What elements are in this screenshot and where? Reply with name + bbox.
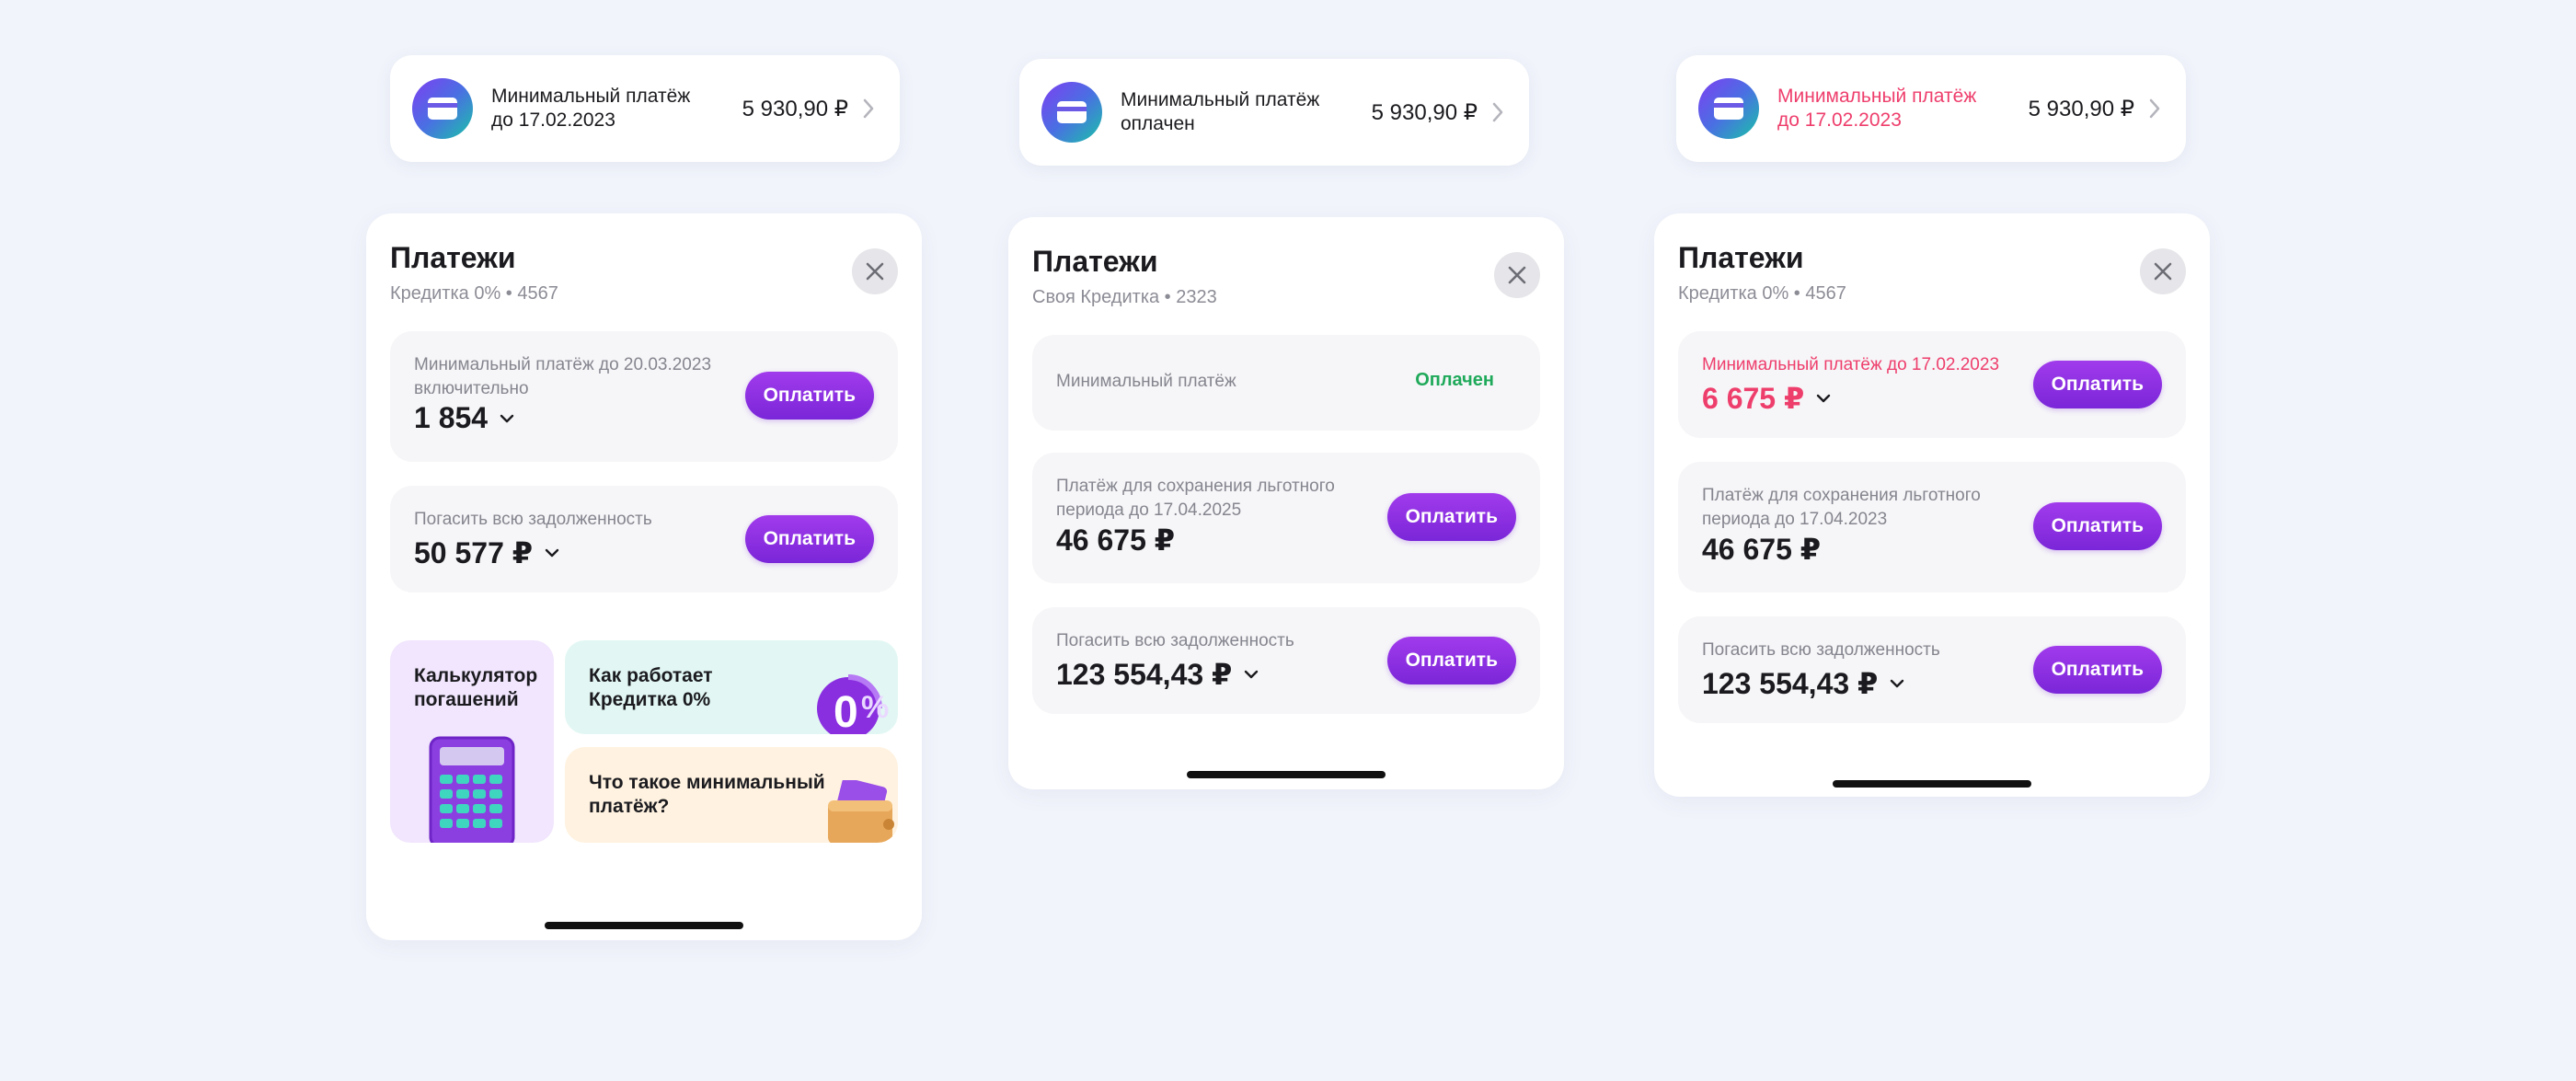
grace-period-payment-block: Платёж для сохранения льготного периода … [1032,453,1540,583]
paid-status: Оплачен [1415,370,1494,390]
close-button[interactable] [2140,248,2186,294]
min-payment-paid-summary-card[interactable]: Минимальный платёж оплачен 5 930,90 ₽ [1019,59,1529,166]
wallet-illustration [828,780,894,843]
payment-label: Минимальный платёж до 20.03.2023 включит… [414,355,712,398]
calculator-illustration [429,736,515,843]
payment-label: Платёж для сохранения льготного периода … [1056,477,1335,520]
payment-amount: 46 675 ₽ [1056,523,1176,557]
pay-button[interactable]: Оплатить [2032,646,2162,694]
overdue-min-payment-block: Минимальный платёж до 17.02.2023 6 675 ₽… [1678,331,2186,438]
payment-amount: 123 554,43 ₽ [1056,658,1233,691]
payment-label: Минимальный платёж [1056,372,1236,391]
close-button[interactable] [852,248,898,294]
tile-text: Как работает Кредитка 0% [589,665,713,710]
full-debt-block: Погасить всю задолженность 50 577 ₽ Опла… [390,486,898,592]
min-payment-paid-block: Минимальный платёж Оплачен [1032,335,1540,431]
chevron-right-icon [2149,98,2160,119]
chevron-right-icon [863,98,874,119]
payments-panel-3: Платежи Кредитка 0% • 4567 Минимальный п… [1654,213,2210,797]
svg-text:0: 0 [834,688,858,734]
payment-amount: 50 577 ₽ [414,536,534,569]
payment-amount: 6 675 ₽ [1702,382,1805,415]
payment-amount-dropdown[interactable]: 50 577 ₽ [414,535,560,570]
summary-amount: 5 930,90 ₽ [742,96,848,121]
what-is-min-payment-tile[interactable]: Что такое минимальный платёж? [565,747,898,843]
summary-amount: 5 930,90 ₽ [2028,96,2134,121]
pay-button[interactable]: Оплатить [1386,637,1516,684]
svg-text:%: % [861,690,889,725]
payment-amount-dropdown[interactable]: 123 554,43 ₽ [1056,657,1259,692]
repayment-calculator-tile[interactable]: Калькулятор погашений [390,640,554,843]
payment-amount: 123 554,43 ₽ [1702,667,1879,700]
payment-label: Погасить всю задолженность [414,510,652,529]
credit-card-icon [1698,78,1759,139]
tile-text: Что такое минимальный платёж? [589,772,825,817]
panel-subtitle: Кредитка 0% • 4567 [1678,283,1846,304]
payments-panel-2: Платежи Своя Кредитка • 2323 Минимальный… [1008,217,1564,789]
close-icon [866,262,884,281]
payment-amount-dropdown[interactable]: 1 854 [414,401,515,435]
chevron-down-icon [1889,678,1905,689]
payment-label: Погасить всю задолженность [1056,631,1294,650]
home-indicator [1833,780,2031,788]
chevron-down-icon [499,413,515,424]
percent-illustration: 0 % [817,674,889,734]
close-icon [1508,266,1526,284]
panel-subtitle: Кредитка 0% • 4567 [390,283,558,304]
min-payment-summary-card[interactable]: Минимальный платёж до 17.02.2023 5 930,9… [390,55,900,162]
grace-period-payment-block: Платёж для сохранения льготного периода … [1678,462,2186,592]
chevron-down-icon [1243,669,1259,680]
summary-amount: 5 930,90 ₽ [1371,99,1478,125]
close-icon [2154,262,2172,281]
how-card-works-tile[interactable]: Как работает Кредитка 0% 0 % [565,640,898,734]
pay-button[interactable]: Оплатить [744,372,874,420]
payment-label: Минимальный платёж до 17.02.2023 [1702,355,2000,374]
panel-subtitle: Своя Кредитка • 2323 [1032,287,1217,307]
credit-card-icon [1041,82,1102,143]
full-debt-block: Погасить всю задолженность 123 554,43 ₽ … [1032,607,1540,714]
close-button[interactable] [1494,252,1540,298]
panel-title: Платежи [390,241,516,274]
panel-title: Платежи [1678,241,1804,274]
payment-label: Погасить всю задолженность [1702,640,1940,660]
payment-amount-dropdown[interactable]: 6 675 ₽ [1702,381,1832,416]
home-indicator [1187,771,1386,778]
summary-text: Минимальный платёж до 17.02.2023 [1777,86,1977,131]
chevron-right-icon [1492,102,1503,122]
pay-button[interactable]: Оплатить [744,515,874,563]
summary-text: Минимальный платёж до 17.02.2023 [491,86,691,131]
pay-button[interactable]: Оплатить [2032,361,2162,408]
tile-text: Калькулятор погашений [414,665,538,710]
summary-text: Минимальный платёж оплачен [1121,89,1320,134]
panel-title: Платежи [1032,245,1158,278]
payment-label: Платёж для сохранения льготного периода … [1702,486,1981,529]
payment-amount: 46 675 ₽ [1702,533,1822,566]
min-payment-overdue-summary-card[interactable]: Минимальный платёж до 17.02.2023 5 930,9… [1676,55,2186,162]
pay-button[interactable]: Оплатить [2032,502,2162,550]
full-debt-block: Погасить всю задолженность 123 554,43 ₽ … [1678,616,2186,723]
payment-amount-dropdown[interactable]: 123 554,43 ₽ [1702,666,1905,701]
home-indicator [545,922,743,929]
pay-button[interactable]: Оплатить [1386,493,1516,541]
payments-panel-1: Платежи Кредитка 0% • 4567 Минимальный п… [366,213,922,940]
min-payment-block: Минимальный платёж до 20.03.2023 включит… [390,331,898,462]
payment-amount: 1 854 [414,401,489,434]
chevron-down-icon [1815,393,1832,404]
credit-card-icon [412,78,473,139]
chevron-down-icon [544,547,560,558]
